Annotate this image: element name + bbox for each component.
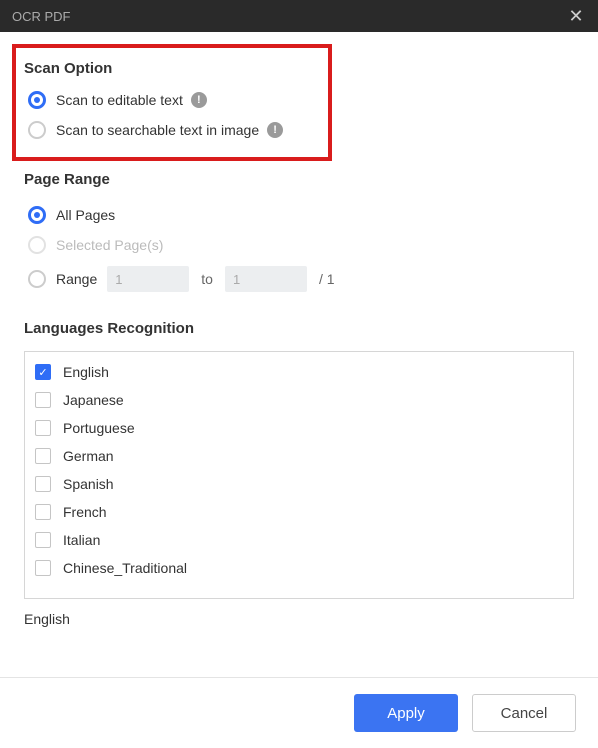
language-label: French [63, 504, 107, 520]
radio-all-pages[interactable] [28, 206, 46, 224]
checkbox[interactable] [35, 476, 51, 492]
selected-languages-summary: English [24, 611, 574, 627]
languages-section: Languages Recognition ✓ English Japanese… [24, 320, 574, 627]
radio-scan-editable[interactable] [28, 91, 46, 109]
cancel-button[interactable]: Cancel [472, 694, 576, 732]
language-label: German [63, 448, 114, 464]
close-icon[interactable]: ✕ [566, 6, 586, 27]
checkbox[interactable] [35, 504, 51, 520]
checkbox[interactable]: ✓ [35, 364, 51, 380]
scan-editable-label: Scan to editable text [56, 92, 183, 108]
language-label: Chinese_Traditional [63, 560, 187, 576]
list-item[interactable]: Chinese_Traditional [35, 554, 563, 582]
scan-option-title: Scan Option [24, 60, 314, 77]
apply-button[interactable]: Apply [354, 694, 458, 732]
selected-pages-row: Selected Page(s) [28, 236, 574, 254]
language-label: Japanese [63, 392, 124, 408]
languages-title: Languages Recognition [24, 320, 574, 337]
language-label: Italian [63, 532, 100, 548]
dialog-footer: Apply Cancel [0, 677, 598, 748]
range-from-input[interactable] [107, 266, 189, 292]
all-pages-row[interactable]: All Pages [28, 206, 574, 224]
checkbox[interactable] [35, 448, 51, 464]
info-icon[interactable]: ! [191, 92, 207, 108]
list-item[interactable]: Italian [35, 526, 563, 554]
list-item[interactable]: Japanese [35, 386, 563, 414]
list-item[interactable]: Spanish [35, 470, 563, 498]
range-to-label: to [201, 271, 213, 287]
language-label: English [63, 364, 109, 380]
scan-option-highlight: Scan Option Scan to editable text ! Scan… [12, 44, 332, 161]
range-row[interactable]: Range to / 1 [28, 266, 574, 292]
range-total: / 1 [319, 271, 335, 287]
scan-editable-row[interactable]: Scan to editable text ! [28, 91, 314, 109]
range-inputs: to / 1 [107, 266, 334, 292]
languages-list[interactable]: ✓ English Japanese Portuguese German Spa… [24, 351, 574, 599]
list-item[interactable]: Portuguese [35, 414, 563, 442]
dialog-content: Scan Option Scan to editable text ! Scan… [0, 32, 598, 627]
page-range-title: Page Range [24, 171, 574, 188]
page-range-section: Page Range All Pages Selected Page(s) Ra… [24, 171, 574, 292]
range-to-input[interactable] [225, 266, 307, 292]
radio-selected-pages [28, 236, 46, 254]
list-item[interactable]: ✓ English [35, 358, 563, 386]
scan-searchable-row[interactable]: Scan to searchable text in image ! [28, 121, 314, 139]
radio-range[interactable] [28, 270, 46, 288]
checkbox[interactable] [35, 532, 51, 548]
all-pages-label: All Pages [56, 207, 115, 223]
language-label: Portuguese [63, 420, 135, 436]
titlebar: OCR PDF ✕ [0, 0, 598, 32]
list-item[interactable]: French [35, 498, 563, 526]
info-icon[interactable]: ! [267, 122, 283, 138]
dialog-title: OCR PDF [12, 9, 71, 24]
checkbox[interactable] [35, 420, 51, 436]
radio-scan-searchable[interactable] [28, 121, 46, 139]
language-label: Spanish [63, 476, 114, 492]
scan-searchable-label: Scan to searchable text in image [56, 122, 259, 138]
list-item[interactable]: German [35, 442, 563, 470]
range-label: Range [56, 271, 97, 287]
checkbox[interactable] [35, 392, 51, 408]
selected-pages-label: Selected Page(s) [56, 237, 163, 253]
checkbox[interactable] [35, 560, 51, 576]
